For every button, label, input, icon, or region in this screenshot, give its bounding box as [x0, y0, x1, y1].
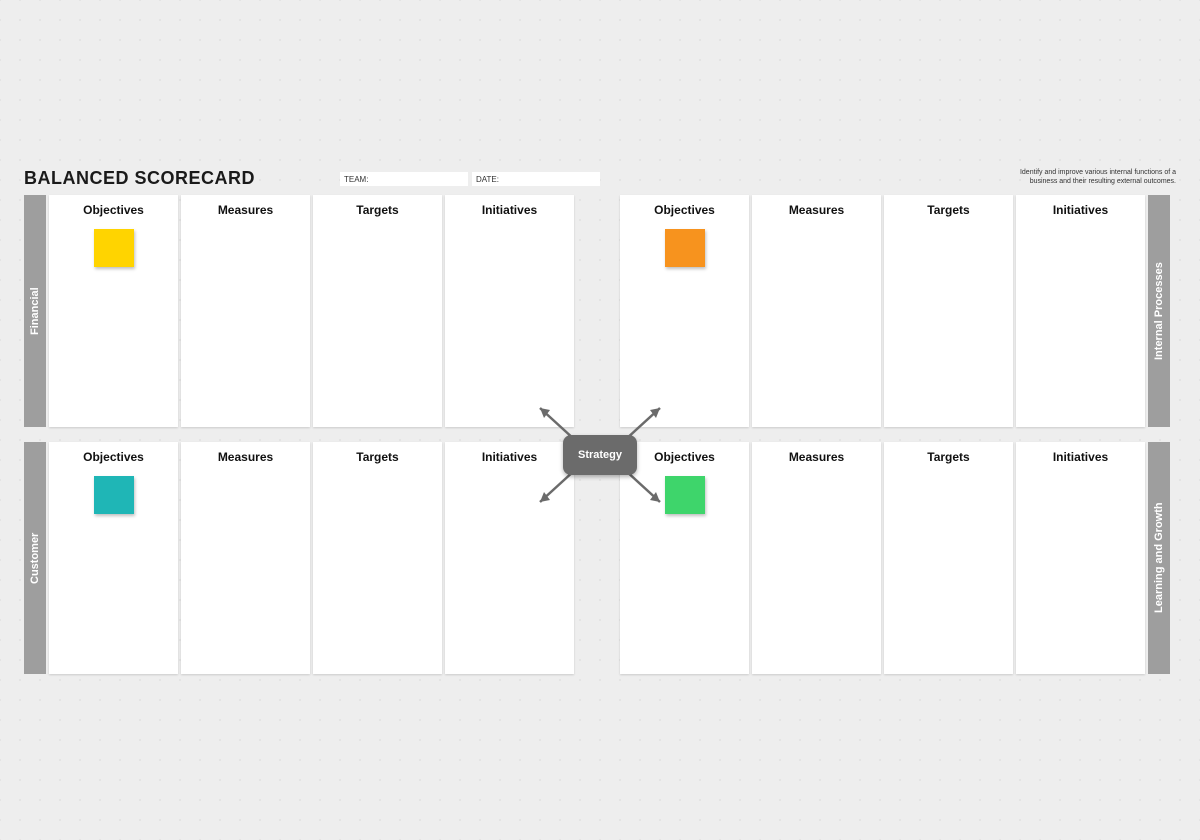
quadrant-label-internal-processes: Internal Processes	[1148, 195, 1170, 427]
column-header: Measures	[789, 203, 844, 217]
sticky-note[interactable]	[665, 229, 705, 267]
quadrant-label-financial: Financial	[24, 195, 46, 427]
financial-targets-column[interactable]: Targets	[313, 195, 442, 427]
quadrant-internal-processes: Objectives Measures Targets Initiatives …	[620, 195, 1170, 427]
quadrant-learning-growth: Objectives Measures Targets Initiatives …	[620, 442, 1170, 674]
strategy-node-label: Strategy	[578, 449, 622, 461]
learning-columns: Objectives Measures Targets Initiatives	[620, 442, 1145, 674]
date-field[interactable]: DATE:	[472, 172, 600, 186]
column-header: Objectives	[83, 203, 144, 217]
column-header: Initiatives	[1053, 203, 1108, 217]
learning-targets-column[interactable]: Targets	[884, 442, 1013, 674]
internal-measures-column[interactable]: Measures	[752, 195, 881, 427]
quadrant-label-customer: Customer	[24, 442, 46, 674]
customer-measures-column[interactable]: Measures	[181, 442, 310, 674]
team-field[interactable]: TEAM:	[340, 172, 468, 186]
team-field-label: TEAM:	[344, 175, 368, 184]
internal-targets-column[interactable]: Targets	[884, 195, 1013, 427]
column-header: Targets	[356, 203, 398, 217]
financial-objectives-column[interactable]: Objectives	[49, 195, 178, 427]
customer-objectives-column[interactable]: Objectives	[49, 442, 178, 674]
date-field-label: DATE:	[476, 175, 499, 184]
customer-targets-column[interactable]: Targets	[313, 442, 442, 674]
balanced-scorecard-canvas[interactable]: BALANCED SCORECARD Identify and improve …	[0, 0, 1200, 840]
column-header: Measures	[789, 450, 844, 464]
learning-initiatives-column[interactable]: Initiatives	[1016, 442, 1145, 674]
internal-initiatives-column[interactable]: Initiatives	[1016, 195, 1145, 427]
quadrant-customer: Customer Objectives Measures Targets Ini…	[24, 442, 574, 674]
quadrant-label-learning-growth: Learning and Growth	[1148, 442, 1170, 674]
internal-processes-columns: Objectives Measures Targets Initiatives	[620, 195, 1145, 427]
financial-columns: Objectives Measures Targets Initiatives	[49, 195, 574, 427]
strategy-node[interactable]: Strategy	[563, 435, 637, 475]
column-header: Initiatives	[482, 203, 537, 217]
diagram-description: Identify and improve various internal fu…	[1006, 168, 1176, 186]
column-header: Objectives	[654, 203, 715, 217]
column-header: Targets	[927, 203, 969, 217]
diagram-title: BALANCED SCORECARD	[24, 168, 255, 189]
column-header: Measures	[218, 450, 273, 464]
column-header: Measures	[218, 203, 273, 217]
column-header: Initiatives	[1053, 450, 1108, 464]
financial-measures-column[interactable]: Measures	[181, 195, 310, 427]
learning-measures-column[interactable]: Measures	[752, 442, 881, 674]
column-header: Targets	[356, 450, 398, 464]
customer-columns: Objectives Measures Targets Initiatives	[49, 442, 574, 674]
column-header: Objectives	[83, 450, 144, 464]
sticky-note[interactable]	[94, 476, 134, 514]
sticky-note[interactable]	[94, 229, 134, 267]
column-header: Targets	[927, 450, 969, 464]
quadrant-financial: Financial Objectives Measures Targets In…	[24, 195, 574, 427]
